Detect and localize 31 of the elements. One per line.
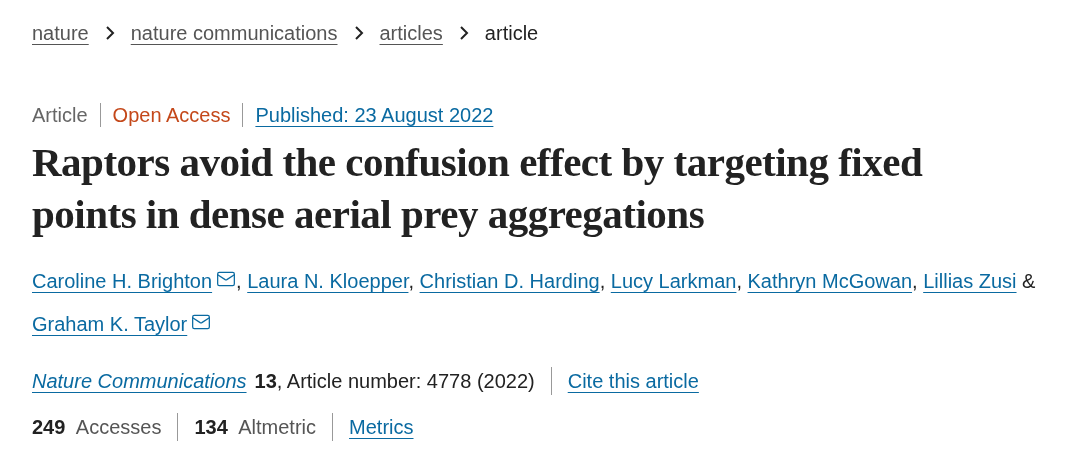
access-label: Open Access [112,103,231,128]
author-link[interactable]: Graham K. Taylor [32,313,188,335]
chevron-icon [353,26,364,40]
metrics-link[interactable]: Metrics [349,412,414,442]
author-separator: , [736,270,742,292]
metric-count: 134 Altmetric [194,415,317,440]
article-type: Article [32,103,88,128]
author-separator: , [599,270,606,292]
cite-link[interactable]: Cite this article [567,366,699,396]
journal-link[interactable]: Nature Communications [32,366,247,396]
breadcrumb-current: article [484,21,539,46]
breadcrumb-link[interactable]: nature [32,18,89,48]
published-date-link[interactable]: Published: 23 August 2022 [255,100,494,130]
breadcrumb-link[interactable]: nature communications [130,18,338,48]
author-link[interactable]: Kathryn McGowan [747,270,913,292]
author-link[interactable]: Caroline H. Brighton [32,270,213,292]
article-title: Raptors avoid the confusion effect by targeting fixed points in dense aerial prey aggregations [32,138,924,239]
author-link[interactable]: Christian D. Harding [419,270,600,292]
article-number-text: , Article number: 4778 (2022) [276,369,535,394]
chevron-icon [458,26,469,40]
author-link[interactable]: Lillias Zusi [923,270,1017,292]
author-link[interactable]: Laura N. Kloepper [247,270,409,292]
volume-number: 13 [254,369,277,394]
author-separator: , [912,270,918,292]
author-separator: & [1021,270,1036,292]
author-separator: , [408,270,414,292]
chevron-icon [104,26,115,40]
breadcrumb-link[interactable]: articles [379,18,443,48]
author-separator: , [236,270,242,292]
author-link[interactable]: Lucy Larkman [610,270,737,292]
metric-count: 249 Accesses [32,415,162,440]
